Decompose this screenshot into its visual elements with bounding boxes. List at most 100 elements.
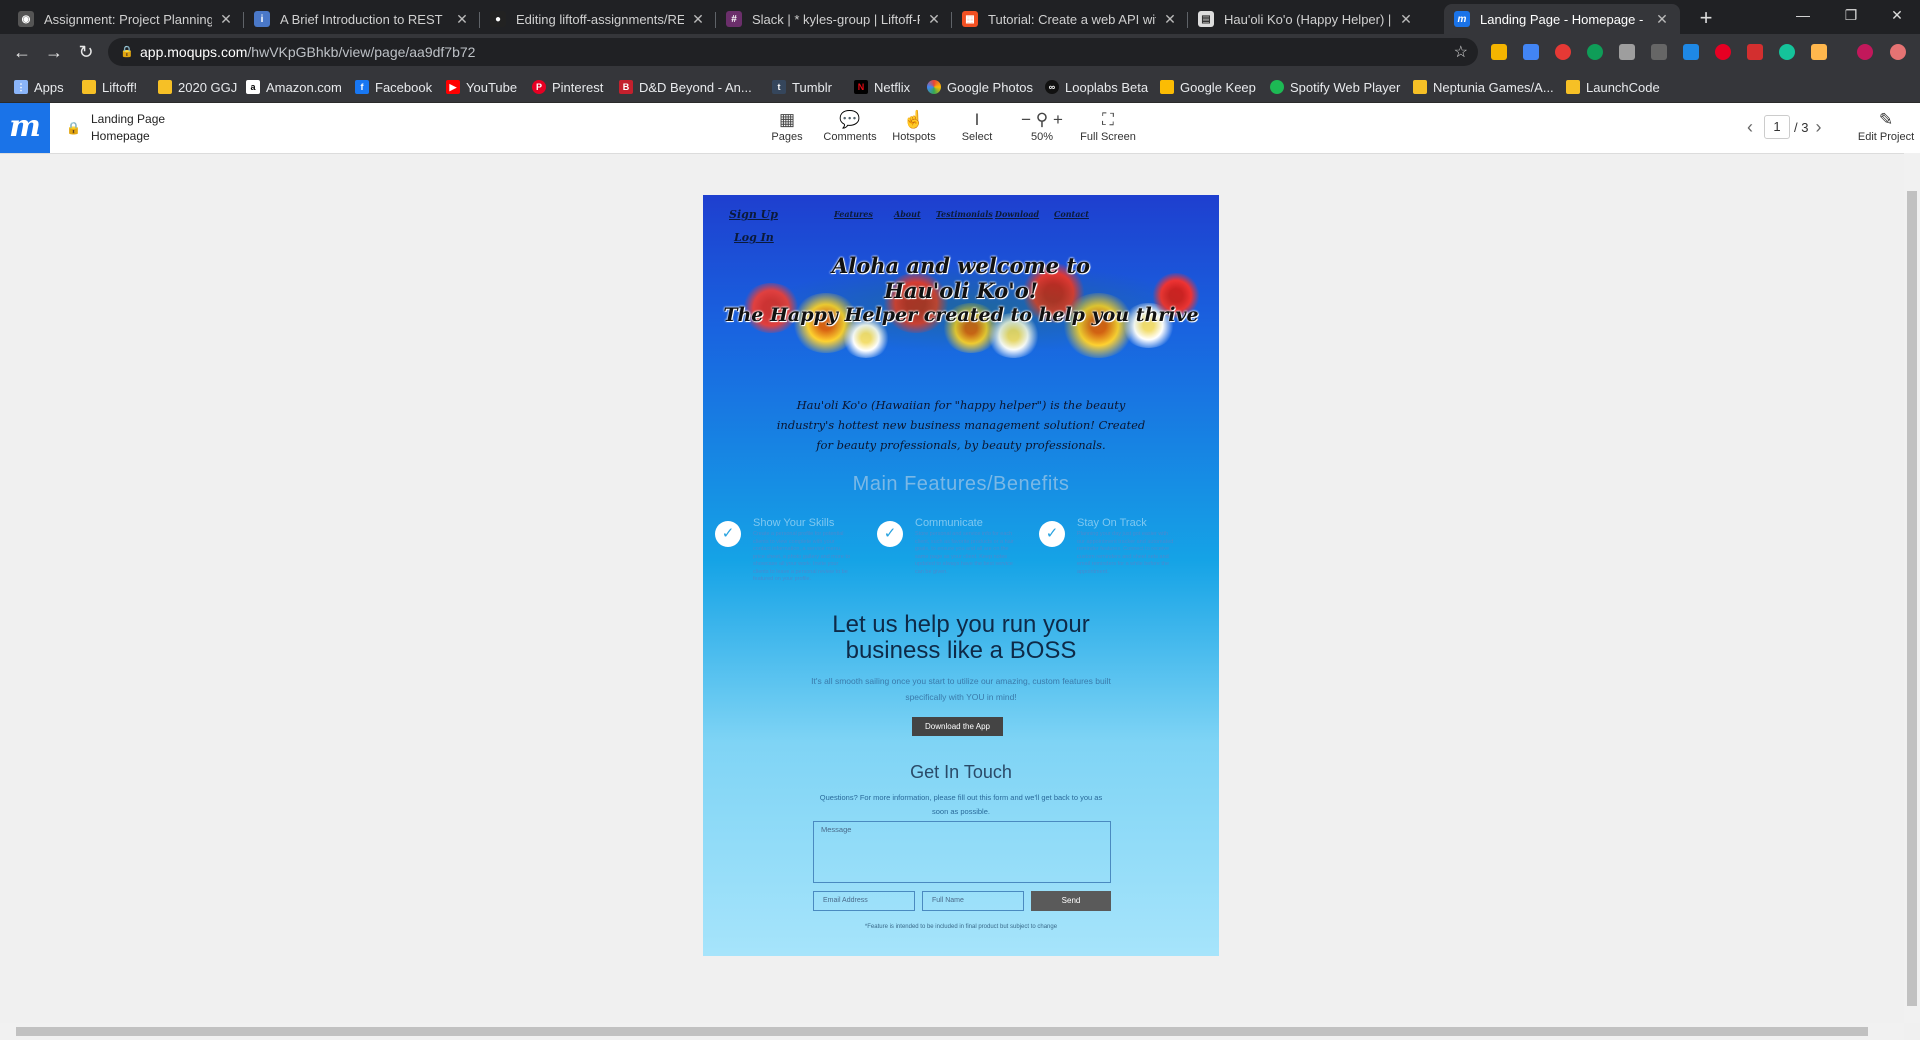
url-text: app.moqups.com/hwVKpGBhkb/view/page/aa9d…	[140, 44, 476, 60]
pages-button[interactable]: ▦ Pages	[752, 109, 822, 143]
email-field[interactable]: Email Address	[813, 891, 915, 911]
extension-icon[interactable]	[1651, 44, 1667, 60]
bookmark-launchcode[interactable]: LaunchCode	[1566, 78, 1660, 96]
tumblr-icon: t	[772, 80, 786, 94]
bookmark-dndbeyond[interactable]: B D&D Beyond - An...	[619, 78, 752, 96]
horizontal-scrollbar[interactable]	[0, 1023, 1904, 1040]
tab-tutorial[interactable]: ▦ Tutorial: Create a web API with A ✕	[952, 4, 1188, 34]
full-name-field[interactable]: Full Name	[922, 891, 1024, 911]
extension-icon[interactable]	[1619, 44, 1635, 60]
back-arrow-icon[interactable]: ←	[8, 38, 36, 66]
comments-button[interactable]: 💬 Comments	[815, 109, 885, 143]
trello-icon: ▤	[1198, 11, 1214, 27]
chevron-left-icon[interactable]: ‹	[1740, 117, 1760, 138]
intro-paragraph: Hau'oli Ko'o (Hawaiian for "happy helper…	[776, 398, 1146, 452]
nav-about[interactable]: About	[894, 209, 921, 219]
bookmark-pinterest[interactable]: P Pinterest	[532, 78, 603, 96]
restore-button[interactable]: ❐	[1828, 0, 1874, 30]
scrollbar-thumb[interactable]	[16, 1027, 1868, 1036]
extension-icon[interactable]	[1811, 44, 1827, 60]
minimize-button[interactable]: —	[1780, 0, 1826, 30]
nav-download[interactable]: Download	[995, 209, 1039, 219]
bookmark-star-icon[interactable]: ☆	[1454, 42, 1468, 62]
zoom-control[interactable]: − ⚲ + 50%	[1007, 109, 1077, 143]
download-app-button[interactable]: Download the App	[912, 717, 1003, 736]
scrollbar-thumb[interactable]	[1907, 191, 1917, 1006]
looplabs-icon: ∞	[1045, 80, 1059, 94]
bookmark-google-photos[interactable]: Google Photos	[927, 78, 1033, 96]
reload-icon[interactable]: ↻	[72, 38, 100, 66]
close-icon[interactable]: ✕	[218, 11, 234, 28]
extension-icon[interactable]	[1747, 44, 1763, 60]
message-field[interactable]: Message	[813, 821, 1111, 883]
checkmark-icon: ✓	[1039, 521, 1065, 547]
extension-icon[interactable]	[1555, 44, 1571, 60]
bookmark-facebook[interactable]: f Facebook	[355, 78, 432, 96]
pencil-icon: ✎	[1878, 110, 1894, 129]
edit-project-button[interactable]: ✎ Edit Project	[1856, 109, 1916, 143]
page-number-input[interactable]: 1	[1764, 115, 1790, 139]
extension-icon[interactable]	[1587, 44, 1603, 60]
grammarly-extension-icon[interactable]	[1779, 44, 1795, 60]
moqups-logo[interactable]: m	[0, 103, 50, 153]
close-icon[interactable]: ✕	[926, 11, 942, 28]
forward-arrow-icon[interactable]: →	[40, 38, 68, 66]
hand-pointer-icon: ☝	[903, 110, 925, 129]
tab-github-edit[interactable]: ● Editing liftoff-assignments/READ ✕	[480, 4, 716, 34]
extension-icon[interactable]	[1683, 44, 1699, 60]
moqups-header: m 🔒 Landing Page Homepage ▦ Pages 💬 Commen…	[0, 103, 1920, 154]
signup-link[interactable]: Sign Up	[729, 208, 778, 221]
tab-trello[interactable]: ▤ Hau'oli Ko'o (Happy Helper) | Tre ✕	[1188, 4, 1424, 34]
close-icon[interactable]: ✕	[690, 11, 706, 28]
nav-testimonials[interactable]: Testimonials	[936, 209, 993, 219]
tab-assignment[interactable]: ◉ Assignment: Project Planning — ✕	[8, 4, 244, 34]
nav-contact[interactable]: Contact	[1054, 209, 1089, 219]
text-cursor-icon: I	[974, 110, 980, 129]
moqups-favicon-icon: m	[1454, 11, 1470, 27]
zoom-out-icon[interactable]: −	[1021, 110, 1031, 129]
extension-icon[interactable]	[1491, 44, 1507, 60]
send-button[interactable]: Send	[1031, 891, 1111, 911]
bookmark-google-keep[interactable]: Google Keep	[1160, 78, 1256, 96]
extension-icon[interactable]	[1890, 44, 1906, 60]
amazon-icon: a	[246, 80, 260, 94]
zoom-in-icon[interactable]: +	[1053, 110, 1063, 129]
bookmark-2020ggj[interactable]: 2020 GGJ	[158, 78, 237, 96]
profile-avatar-icon[interactable]	[1857, 44, 1873, 60]
close-window-button[interactable]: ✕	[1874, 0, 1920, 30]
nav-features[interactable]: Features	[834, 209, 873, 219]
bookmark-looplabs[interactable]: ∞ Looplabs Beta	[1045, 78, 1148, 96]
bookmark-spotify[interactable]: Spotify Web Player	[1270, 78, 1400, 96]
close-icon[interactable]: ✕	[1162, 11, 1178, 28]
bookmark-neptunia[interactable]: Neptunia Games/A...	[1413, 78, 1554, 96]
close-icon[interactable]: ✕	[454, 11, 470, 28]
feature-card: ✓ Show Your Skills Create a personal pro…	[703, 517, 853, 597]
bookmark-liftoff[interactable]: Liftoff!	[82, 78, 137, 96]
tab-moqups-active[interactable]: m Landing Page - Homepage - Moq ✕	[1444, 4, 1680, 34]
pinterest-icon: P	[532, 80, 546, 94]
new-tab-button[interactable]: +	[1692, 4, 1720, 32]
vertical-scrollbar[interactable]	[1904, 153, 1920, 1023]
address-bar[interactable]: 🔒 app.moqups.com/hwVKpGBhkb/view/page/aa…	[108, 38, 1478, 66]
pages-icon: ▦	[778, 110, 796, 129]
slack-icon: #	[726, 11, 742, 27]
pinterest-extension-icon[interactable]	[1715, 44, 1731, 60]
bookmark-tumblr[interactable]: t Tumblr	[772, 78, 832, 96]
chevron-right-icon[interactable]: ›	[1808, 117, 1828, 138]
bookmark-youtube[interactable]: ▶ YouTube	[446, 78, 517, 96]
translate-extension-icon[interactable]	[1523, 44, 1539, 60]
hotspots-button[interactable]: ☝ Hotspots	[879, 109, 949, 143]
features-heading: Main Features/Benefits	[852, 473, 1070, 495]
page-navigator: ‹ 1 / 3 ›	[1740, 115, 1828, 139]
tab-slack[interactable]: # Slack | * kyles-group | Liftoff-Feb ✕	[716, 4, 952, 34]
select-button[interactable]: I Select	[942, 109, 1012, 143]
bookmark-netflix[interactable]: N Netflix	[854, 78, 910, 96]
fullscreen-button[interactable]: ⛶ Full Screen	[1073, 109, 1143, 143]
bookmark-amazon[interactable]: a Amazon.com	[246, 78, 342, 96]
magnifier-icon: ⚲	[1035, 110, 1049, 129]
tab-title: Editing liftoff-assignments/READ	[516, 11, 684, 27]
close-icon[interactable]: ✕	[1654, 11, 1670, 28]
bookmark-apps[interactable]: ⋮ Apps	[14, 78, 64, 96]
close-icon[interactable]: ✕	[1398, 11, 1414, 28]
tab-rest-intro[interactable]: i A Brief Introduction to REST ✕	[244, 4, 480, 34]
